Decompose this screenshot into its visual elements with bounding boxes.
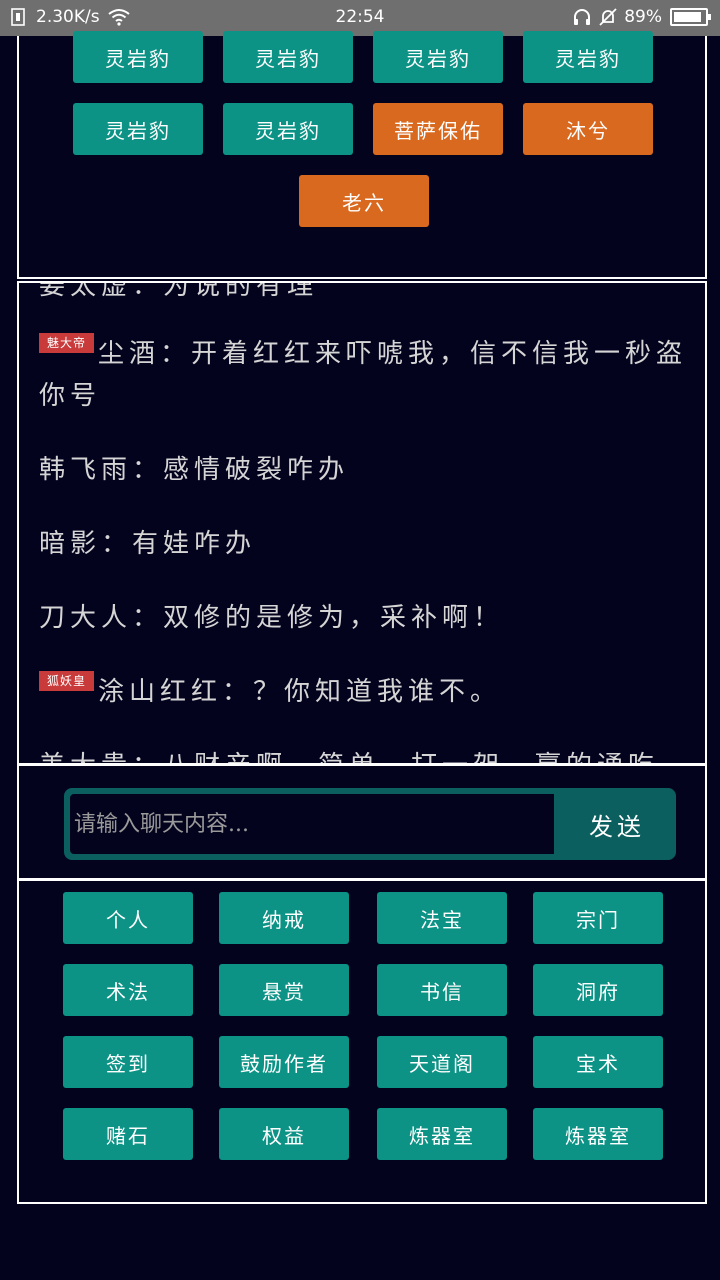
menu-button[interactable]: 宝术 <box>533 1036 663 1088</box>
pet-button[interactable]: 灵岩豹 <box>223 31 353 83</box>
menu-panel: 个人 纳戒 法宝 宗门 术法 悬赏 书信 洞府 签到 鼓励作者 天道阁 宝术 赌石 权益 炼器室 炼器室 <box>17 879 707 1204</box>
chat-message-partial: 美大贵：八财产啊，简单，打一架，赢的通吃 <box>39 745 689 763</box>
menu-button[interactable]: 权益 <box>219 1108 349 1160</box>
battery-icon <box>670 8 711 26</box>
pet-button[interactable]: 老六 <box>299 175 429 227</box>
menu-button[interactable]: 纳戒 <box>219 892 349 944</box>
pet-button[interactable]: 沐兮 <box>523 103 653 155</box>
chat-message-text: 尘酒：开着红红来吓唬我，信不信我一秒盗你号 <box>39 339 688 411</box>
battery-percent: 89% <box>624 7 662 27</box>
mute-bell-icon <box>598 8 617 26</box>
pet-button[interactable]: 灵岩豹 <box>73 103 203 155</box>
pet-button[interactable]: 灵岩豹 <box>523 31 653 83</box>
send-button[interactable]: 发送 <box>558 788 676 860</box>
menu-button[interactable]: 签到 <box>63 1036 193 1088</box>
menu-button[interactable]: 赌石 <box>63 1108 193 1160</box>
chat-input-panel: 发送 <box>17 764 707 880</box>
pet-button[interactable]: 灵岩豹 <box>223 103 353 155</box>
chat-message-text: 涂山红红：？你知道我谁不。 <box>98 677 502 707</box>
chat-message: 韩飞雨：感情破裂咋办 <box>39 449 689 491</box>
chat-input-bar: 发送 <box>64 788 676 860</box>
chat-input[interactable] <box>68 792 556 856</box>
title-badge: 狐妖皇 <box>39 671 95 691</box>
chat-message-text: 刀大人：双修的是修为，采补啊！ <box>39 603 505 633</box>
pet-button[interactable]: 灵岩豹 <box>373 31 503 83</box>
chat-message-text: 韩飞雨：感情破裂咋办 <box>39 455 350 485</box>
menu-button[interactable]: 天道阁 <box>377 1036 507 1088</box>
menu-button[interactable]: 鼓励作者 <box>219 1036 349 1088</box>
chat-message: 狐妖皇 涂山红红：？你知道我谁不。 <box>39 671 689 713</box>
headphones-icon <box>572 8 591 26</box>
menu-button[interactable]: 术法 <box>63 964 193 1016</box>
pet-button[interactable]: 菩萨保佑 <box>373 103 503 155</box>
title-badge: 魅大帝 <box>39 333 95 353</box>
chat-panel[interactable]: 姜太虚：为说的有理 魅大帝 尘酒：开着红红来吓唬我，信不信我一秒盗你号韩飞雨：感情… <box>17 281 707 765</box>
menu-button[interactable]: 悬赏 <box>219 964 349 1016</box>
menu-button[interactable]: 炼器室 <box>533 1108 663 1160</box>
menu-button[interactable]: 个人 <box>63 892 193 944</box>
menu-button[interactable]: 炼器室 <box>377 1108 507 1160</box>
chat-message-text: 暗影：有娃咋办 <box>39 529 257 559</box>
chat-message: 刀大人：双修的是修为，采补啊！ <box>39 597 689 639</box>
chat-message: 暗影：有娃咋办 <box>39 523 689 565</box>
menu-button[interactable]: 书信 <box>377 964 507 1016</box>
menu-button[interactable]: 宗门 <box>533 892 663 944</box>
menu-button[interactable]: 洞府 <box>533 964 663 1016</box>
menu-button[interactable]: 法宝 <box>377 892 507 944</box>
chat-message-partial: 姜太虚：为说的有理 <box>39 281 319 301</box>
top-buttons-panel: 灵岩豹 灵岩豹 灵岩豹 灵岩豹 灵岩豹 灵岩豹 菩萨保佑 沐兮 老六 <box>17 31 707 279</box>
pet-button[interactable]: 灵岩豹 <box>73 31 203 83</box>
chat-message: 魅大帝 尘酒：开着红红来吓唬我，信不信我一秒盗你号 <box>39 333 689 417</box>
